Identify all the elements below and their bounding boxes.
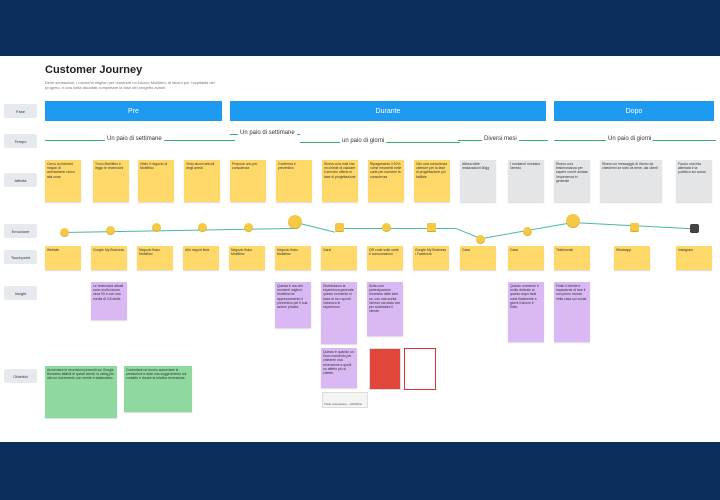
touchpoint-note: Google My Business / Facebook [413,246,449,270]
activity-note: Ricevo una mail che mi chiede di valutar… [322,160,358,202]
thumbnail-caption: Titolo recensione – Mobiltino [324,402,363,406]
activity-note: Conferma e preventivo [276,160,312,202]
phase-pre: Pre [45,101,222,121]
smiling-face-icon [244,223,253,232]
insight-note: Questa è uno dei momenti migliori. Mobil… [275,282,311,328]
touchpoint-note: Website [45,246,81,270]
activity-note: Propone uno per consulenza [230,160,266,202]
activity-note: Faccio una foto allentata e la pubblico … [676,160,712,202]
phase-dopo: Dopo [554,101,714,121]
row-label-insight: Insight [4,286,37,300]
row-label-fase: Fase [4,104,37,118]
objective-note: Aumentare le recensioni presenti sul Goo… [45,366,117,418]
touchpoint-note: QR code sulle carte e consumazioni [367,246,403,270]
touchpoint-note: Instagram [676,246,712,270]
touchpoint-note: Casa [460,246,496,270]
touchpoint-note: Google My Business [91,246,127,270]
touchpoint-note: Casa [508,246,544,270]
page-subtitle: Delle sensazioni, i momenti migliori per… [45,80,215,90]
touchpoint-note: Negozio fisico Mobiltino [137,246,173,270]
timeline-label-4: Diversi mesi [482,136,519,142]
touchpoint-note: Whatsapp [614,246,650,270]
smiling-face-icon [152,223,161,232]
touchpoint-note: Negozio fisico Mobiltino [275,246,311,270]
review-card-thumbnail [404,348,436,390]
thumbs-up-icon [630,223,639,232]
row-label-obiettivi: Obiettivi [4,369,37,383]
activity-note: Visito il negozio di Mobiltino [138,160,174,202]
row-label-touchpoint: Touchpoint [4,250,37,264]
heart-eyes-face-icon [288,215,302,229]
emotion-curve-segment [336,228,456,229]
worried-face-icon [476,235,485,244]
insight-note: Distribuiamo la esperienza generale ques… [321,282,357,344]
touchpoint-note: Altri negozi fisici [183,246,219,270]
timeline-label-3: un paio di giorni [340,138,387,144]
touchpoint-note: Testimonial [554,246,590,270]
review-card-thumbnail [369,348,401,390]
row-label-tempo: Tempo [4,134,37,148]
insight-note: Le recensioni attuali sono molto buone c… [91,282,127,320]
activity-note: I montatori montano l'arredo [508,160,544,202]
timeline-label-2: Un paio di settimane [238,130,297,136]
row-label-emozione: Emozione [4,224,37,238]
activity-note: Trovo Mobiltino e leggo le recensioni [93,160,129,202]
thumbs-up-icon [335,223,344,232]
insight-note: Finito il cliente è impaziente di fare i… [554,282,590,342]
neutral-face-icon [106,226,115,235]
timeline-label-1: Un paio di settimane [105,136,164,142]
insight-note: Sulla com partecipazione recensito dalle… [367,282,403,336]
phase-durante: Durante [230,101,546,121]
touchpoint-note: Garzi [321,246,357,270]
insight-note: Questo momento è molto delicato la quant… [508,282,544,342]
smiling-face-icon [523,227,532,236]
camera-icon [690,224,699,233]
row-label-attivita: Attività [4,173,37,187]
activity-note: Vedo alcuni articoli degli arredi [184,160,220,202]
insight-note: Questo è quando un buon momento per chie… [321,348,357,388]
page-title: Customer Journey [45,64,143,76]
heart-eyes-face-icon [566,214,580,228]
smiling-face-icon [382,223,391,232]
smiling-face-icon [198,223,207,232]
journey-board: Customer Journey Delle sensazioni, i mom… [0,56,720,442]
neutral-face-icon [60,228,69,237]
activity-note: Attesa delle realizzazioni 60gg [460,160,496,202]
activity-note: Ricevo un messaggio di ritorno da chiede… [600,160,662,202]
writing-hand-icon [427,223,436,232]
activity-note: Ricevo una testimonianza per sapere com'… [554,160,590,202]
timeline-label-5: Un paio di giorni [606,136,654,142]
touchpoint-note: Negozio fisico Mobiltino [229,246,265,270]
emotion-curve-segment [63,227,298,233]
activity-note: Cerco su internet negozi di arredamenti … [45,160,81,202]
activity-note: Ripagamento il 30% come rimanenti nelle … [368,160,404,202]
objective-note: Controllare un buono aumentare le presta… [124,366,192,412]
activity-note: Giro una consulenza ulteriore per la fas… [414,160,450,202]
